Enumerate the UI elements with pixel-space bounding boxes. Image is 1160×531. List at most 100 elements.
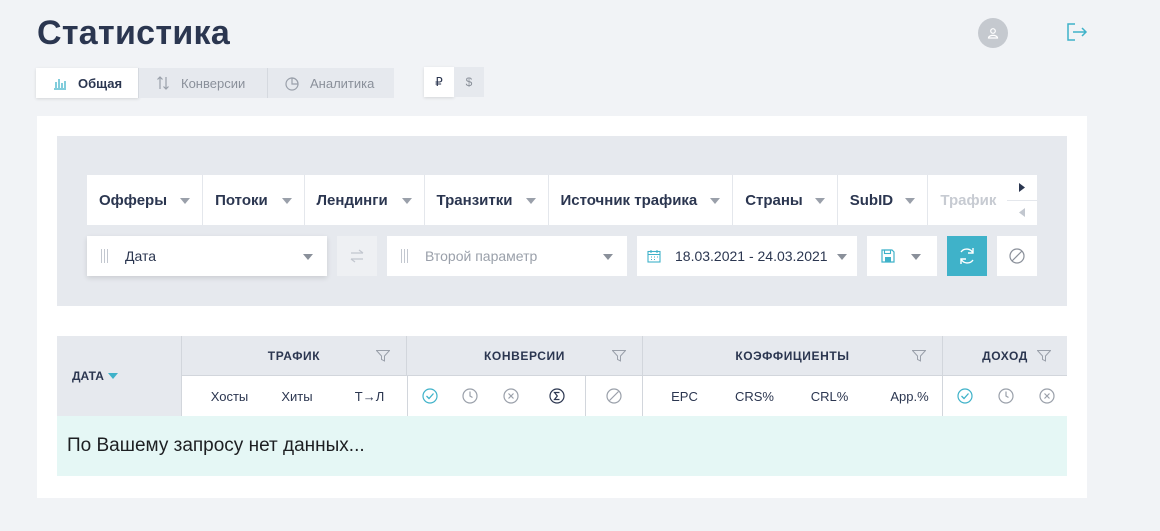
x-circle-icon: [502, 388, 519, 404]
col-approved[interactable]: [407, 376, 452, 416]
group-traffic-label: Трафик: [940, 191, 997, 209]
sigma-circle-icon: [548, 388, 565, 404]
column-divider: [642, 376, 643, 416]
user-icon: [987, 28, 999, 39]
chevron-down-icon: [603, 254, 613, 260]
group-landings[interactable]: Лендинги: [305, 175, 425, 225]
triangle-left-icon: [1019, 208, 1025, 218]
filter-icon[interactable]: [612, 350, 626, 362]
group-streams[interactable]: Потоки: [203, 175, 305, 225]
col-income-approved[interactable]: [942, 376, 987, 416]
group-traffic[interactable]: Трафик: [928, 175, 1007, 225]
tab-analytics[interactable]: Аналитика: [268, 68, 394, 98]
income-group-label: ДОХОД: [982, 348, 1028, 363]
group-traffic-source[interactable]: Источник трафика: [549, 175, 734, 225]
col-income-rejected[interactable]: [1024, 376, 1069, 416]
tab-conversions[interactable]: Конверсии: [139, 68, 268, 98]
col-trash[interactable]: [591, 376, 636, 416]
date-range-value: 18.03.2021 - 24.03.2021: [675, 248, 828, 264]
swap-icon: [350, 249, 364, 263]
group-countries-label: Страны: [745, 191, 803, 209]
save-preset-dropdown[interactable]: [867, 236, 937, 276]
sort-arrows-icon: [155, 75, 171, 91]
stats-table: ДАТА ТРАФИК КОНВЕРСИИ КОЭФФИЦИЕНТЫ ДОХОД…: [57, 336, 1067, 416]
group-header-income: ДОХОД: [943, 336, 1067, 376]
second-param-select[interactable]: Второй параметр: [387, 236, 627, 276]
currency-usd[interactable]: $: [454, 67, 484, 97]
chevron-down-icon: [911, 254, 921, 260]
group-countries[interactable]: Страны: [733, 175, 838, 225]
save-icon: [881, 249, 895, 263]
col-epc[interactable]: EPC: [652, 376, 717, 416]
filter-icon[interactable]: [376, 350, 390, 362]
col-rejected[interactable]: [488, 376, 533, 416]
page-title: Статистика: [37, 14, 231, 52]
group-header-conversions: КОНВЕРСИИ: [407, 336, 643, 376]
calendar-icon: [647, 250, 661, 263]
check-circle-icon: [421, 388, 438, 404]
filter-panel: Офферы Потоки Лендинги Транзитки Источни…: [57, 136, 1067, 306]
traffic-group-label: ТРАФИК: [267, 348, 321, 363]
group-offers-label: Офферы: [99, 191, 168, 209]
group-offers[interactable]: Офферы: [87, 175, 204, 225]
col-pending[interactable]: [447, 376, 492, 416]
col-crl[interactable]: CRL%: [792, 376, 867, 416]
group-traffic-source-label: Источник трафика: [560, 191, 698, 209]
tab-general[interactable]: Общая: [36, 68, 139, 98]
chevron-down-icon: [905, 198, 916, 204]
currency-rub[interactable]: ₽: [424, 67, 454, 97]
chevron-down-icon: [281, 198, 292, 204]
swap-params-button[interactable]: [337, 236, 377, 276]
scroll-left-button[interactable]: [1007, 201, 1037, 226]
chevron-down-icon: [180, 198, 191, 204]
col-tl[interactable]: Т→Л: [337, 376, 402, 416]
date-header-label: ДАТА: [72, 369, 104, 383]
drag-handle-icon[interactable]: [101, 249, 111, 263]
x-circle-icon: [1038, 388, 1055, 404]
date-column-header[interactable]: ДАТА: [57, 336, 182, 416]
refresh-button[interactable]: [947, 236, 987, 276]
filter-icon[interactable]: [1037, 350, 1051, 362]
coefficients-group-label: КОЭФФИЦИЕНТЫ: [735, 348, 850, 363]
group-streams-label: Потоки: [215, 191, 268, 209]
filter-icon[interactable]: [912, 350, 926, 362]
tab-analytics-label: Аналитика: [310, 75, 375, 91]
col-app[interactable]: App.%: [872, 376, 947, 416]
group-subid-label: SubID: [849, 191, 894, 209]
group-subid[interactable]: SubID: [838, 175, 929, 225]
col-hits[interactable]: Хиты: [267, 376, 327, 416]
group-transits-label: Транзитки: [436, 191, 513, 209]
chevron-down-icon: [710, 198, 721, 204]
group-transits[interactable]: Транзитки: [425, 175, 549, 225]
clock-icon: [997, 388, 1014, 404]
col-total[interactable]: [534, 376, 579, 416]
group-header-traffic: ТРАФИК: [182, 336, 407, 376]
bar-chart-icon: [52, 75, 68, 91]
table-header: ДАТА ТРАФИК КОНВЕРСИИ КОЭФФИЦИЕНТЫ ДОХОД…: [57, 336, 1067, 416]
col-crs[interactable]: CRS%: [717, 376, 792, 416]
block-icon: [1009, 248, 1025, 264]
scroll-right-button[interactable]: [1007, 175, 1037, 201]
first-param-value: Дата: [125, 248, 157, 264]
clear-filters-button[interactable]: [997, 236, 1037, 276]
first-param-select[interactable]: Дата: [87, 236, 327, 276]
col-hosts[interactable]: Хосты: [182, 376, 277, 416]
second-param-placeholder: Второй параметр: [425, 248, 538, 264]
logout-icon[interactable]: [1066, 22, 1088, 42]
user-avatar[interactable]: [978, 18, 1008, 48]
grouping-bar: Офферы Потоки Лендинги Транзитки Источни…: [87, 175, 1007, 225]
drag-handle-icon[interactable]: [401, 249, 411, 263]
pie-chart-icon: [284, 75, 300, 91]
tab-general-label: Общая: [78, 75, 123, 91]
date-range-picker[interactable]: 18.03.2021 - 24.03.2021: [637, 236, 857, 276]
empty-results-message: По Вашему запросу нет данных...: [57, 416, 1067, 476]
group-landings-label: Лендинги: [316, 191, 388, 209]
col-income-pending[interactable]: [983, 376, 1028, 416]
block-icon: [605, 388, 622, 404]
refresh-icon: [960, 248, 974, 264]
triangle-right-icon: [1019, 182, 1025, 192]
chevron-down-icon: [303, 254, 313, 260]
currency-switch: ₽ $: [424, 67, 484, 97]
grouping-scroll: [1007, 175, 1037, 225]
group-header-coefficients: КОЭФФИЦИЕНТЫ: [643, 336, 943, 376]
